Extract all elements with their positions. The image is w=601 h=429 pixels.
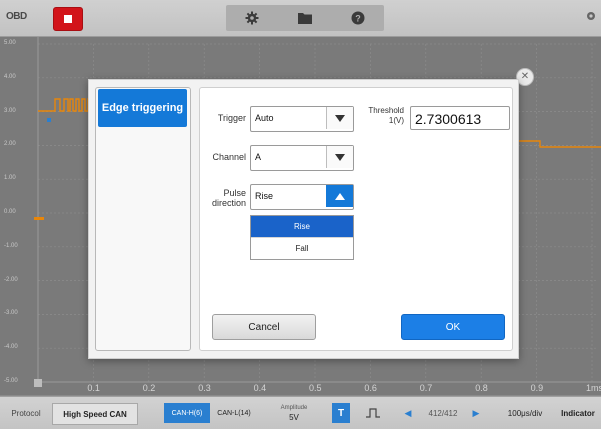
amplitude-value: 5V	[289, 413, 299, 422]
amplitude-label: Amplitude	[280, 405, 308, 411]
y-axis-tick-label: 1.00	[4, 175, 16, 182]
top-toolbar: OBD ?	[0, 0, 601, 37]
edge-trigger-dialog: Edge triggering Trigger Auto Threshold 1…	[88, 79, 519, 359]
threshold-label-line1: Threshold	[368, 106, 404, 115]
amplitude-control[interactable]: Amplitude 5V	[264, 403, 324, 423]
pulse-direction-label: Pulse direction	[204, 188, 246, 208]
display-settings-button[interactable]	[585, 10, 597, 25]
time-origin-marker[interactable]	[34, 379, 42, 387]
stop-icon	[64, 15, 72, 23]
folder-icon	[298, 13, 312, 24]
x-axis-tick-label: 0.1	[87, 383, 100, 393]
chevron-down-icon	[326, 107, 353, 129]
can-h-channel-button[interactable]: CAN-H(6)	[164, 403, 210, 423]
y-axis-tick-label: -2.00	[4, 276, 18, 283]
channel-a-marker[interactable]	[47, 118, 51, 122]
threshold-label-line2: 1(V)	[388, 116, 404, 125]
gear-icon	[245, 11, 259, 25]
page-indicator: 412/412	[428, 408, 458, 418]
trigger-level-marker[interactable]	[34, 217, 44, 220]
pulse-direction-value: Rise	[255, 191, 274, 201]
pulse-option-fall[interactable]: Fall	[251, 238, 353, 259]
pulse-label-line1: Pulse	[223, 188, 246, 198]
next-page-button[interactable]: ▶	[466, 403, 486, 423]
time-division-select[interactable]: 100μs/div	[496, 403, 554, 423]
skip-forward-icon: ▶	[472, 407, 480, 418]
y-axis-tick-label: 2.00	[4, 141, 16, 148]
can-l-channel-button[interactable]: CAN-L(14)	[212, 403, 256, 423]
settings-button[interactable]	[226, 5, 278, 31]
toolbar-button-group: ?	[226, 5, 384, 31]
y-axis-tick-label: -3.00	[4, 310, 18, 317]
y-axis-tick-label: 3.00	[4, 107, 16, 114]
y-axis-tick-label: -4.00	[4, 344, 18, 351]
x-axis-tick-label: 0.3	[198, 383, 211, 393]
edge-trigger-button[interactable]	[360, 403, 386, 423]
chevron-down-icon	[326, 146, 353, 168]
protocol-label: Protocol	[11, 408, 41, 418]
y-axis-tick-label: -1.00	[4, 242, 18, 249]
y-axis-tick-label: 0.00	[4, 209, 16, 215]
protocol-select[interactable]: High Speed CAN	[52, 403, 138, 425]
trigger-type-sidebar: Edge triggering	[95, 87, 191, 351]
chevron-up-icon	[326, 185, 353, 207]
threshold-input[interactable]: 2.7300613	[410, 106, 510, 130]
threshold-label: Threshold 1(V)	[358, 106, 404, 126]
x-axis-tick-label: 0.9	[530, 383, 544, 393]
trigger-settings-panel: Trigger Auto Threshold 1(V) 2.7300613 Ch…	[199, 87, 513, 351]
channel-select[interactable]: A	[250, 145, 354, 171]
svg-text:?: ?	[355, 14, 361, 24]
settings-icon	[587, 12, 595, 20]
pulse-label-line2: direction	[211, 198, 246, 208]
rising-edge-icon	[366, 408, 380, 418]
channel-value: A	[255, 152, 262, 162]
close-icon: ✕	[520, 71, 530, 82]
x-axis-tick-label: 0.6	[364, 383, 377, 393]
x-axis-tick-label: 0.4	[253, 383, 267, 393]
pulse-direction-select[interactable]: Rise	[250, 184, 354, 210]
help-button[interactable]: ?	[332, 5, 384, 31]
x-axis-tick-label: 0.8	[475, 383, 488, 393]
y-axis-tick-label: 4.00	[4, 73, 16, 80]
trigger-value: Auto	[255, 113, 274, 123]
previous-page-button[interactable]: ◀	[398, 403, 418, 423]
help-icon: ?	[351, 11, 365, 25]
bottom-status-bar: Protocol High Speed CAN CAN-H(6) CAN-L(1…	[0, 396, 601, 429]
pulse-option-rise[interactable]: Rise	[251, 216, 353, 238]
y-axis-tick-label: 5.00	[4, 40, 16, 46]
cancel-button[interactable]: Cancel	[212, 314, 316, 340]
trigger-button[interactable]: T	[332, 403, 350, 423]
x-axis-tick-label: 0.7	[419, 383, 433, 393]
stop-button[interactable]	[53, 7, 83, 31]
ok-button[interactable]: OK	[401, 314, 505, 340]
trigger-label: Trigger	[217, 113, 246, 123]
skip-back-icon: ◀	[404, 407, 412, 418]
x-axis-tick-label: 0.2	[142, 383, 156, 393]
open-file-button[interactable]	[279, 5, 331, 31]
trigger-select[interactable]: Auto	[250, 106, 354, 132]
x-axis-tick-label: 0.5	[309, 383, 322, 393]
obd-logo: OBD	[6, 11, 27, 22]
tab-edge-triggering[interactable]: Edge triggering	[98, 89, 187, 127]
indicator-button[interactable]: Indicator	[556, 403, 600, 423]
y-axis-tick-label: -5.00	[4, 378, 18, 384]
pulse-direction-dropdown: Rise Fall	[250, 215, 354, 260]
channel-label: Channel	[212, 152, 246, 162]
x-axis-tick-label: 1ms	[586, 383, 601, 393]
